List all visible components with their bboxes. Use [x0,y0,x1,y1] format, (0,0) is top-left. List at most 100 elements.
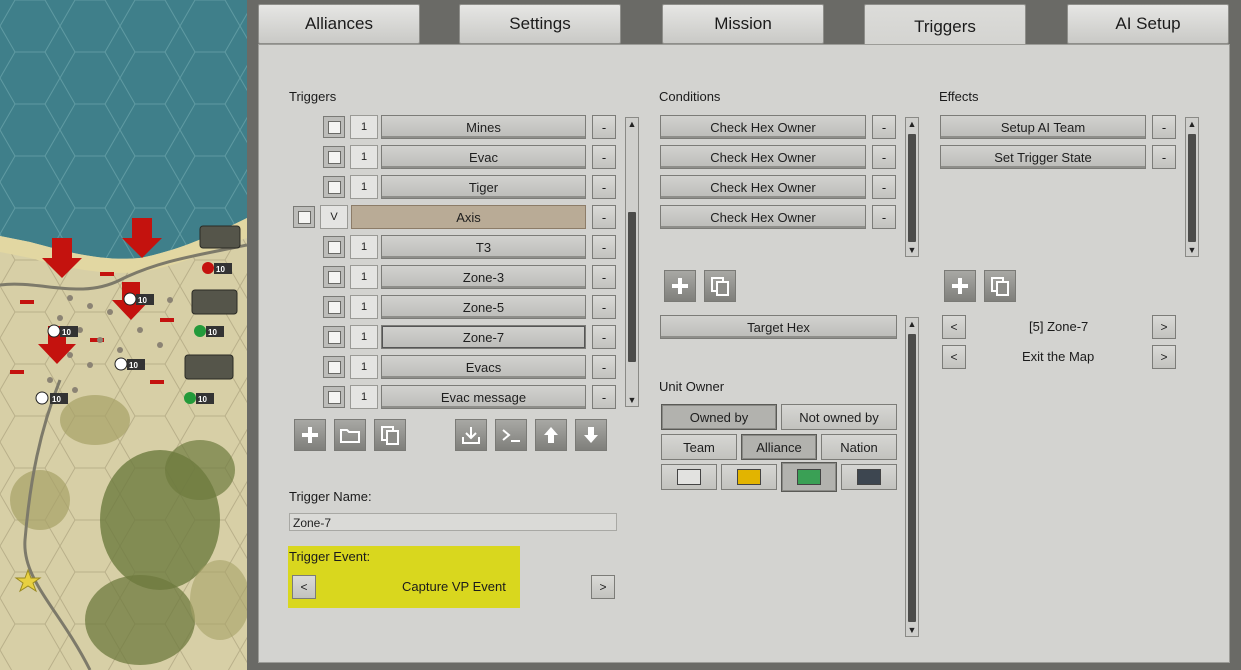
trigger-name-input[interactable]: Zone-7 [289,513,617,531]
swatch-green-button[interactable] [781,462,837,492]
move-down-icon[interactable] [575,419,607,451]
trigger-count[interactable]: 1 [350,265,378,289]
remove-trigger-button[interactable]: - [592,205,616,229]
swatch-yellow-button[interactable] [721,464,777,490]
triggers-scrollbar[interactable]: ▲ ▼ [625,117,639,407]
remove-trigger-button[interactable]: - [592,295,616,319]
trigger-checkbox[interactable] [323,296,345,318]
alliance-toggle[interactable]: Alliance [741,434,817,460]
trigger-count[interactable]: 1 [350,355,378,379]
trigger-count[interactable]: 1 [350,145,378,169]
trigger-item-evac[interactable]: Evac [381,145,586,169]
scroll-down-icon[interactable]: ▼ [626,394,638,406]
add-icon[interactable] [294,419,326,451]
effect-param1-next[interactable]: > [1152,315,1176,339]
target-hex-button[interactable]: Target Hex [660,315,897,339]
remove-condition-button[interactable]: - [872,175,896,199]
scroll-track[interactable] [908,334,916,622]
trigger-count[interactable]: 1 [350,295,378,319]
scroll-down-icon[interactable]: ▼ [1186,244,1198,256]
swatch-white-button[interactable] [661,464,717,490]
event-next-button[interactable]: > [591,575,615,599]
add-effect-icon[interactable] [944,270,976,302]
remove-trigger-button[interactable]: - [592,175,616,199]
trigger-count[interactable]: 1 [350,325,378,349]
trigger-item-mines[interactable]: Mines [381,115,586,139]
trigger-item-t3[interactable]: T3 [381,235,586,259]
trigger-checkbox[interactable] [323,146,345,168]
trigger-item-zone-3[interactable]: Zone-3 [381,265,586,289]
console-icon[interactable] [495,419,527,451]
event-prev-button[interactable]: < [292,575,316,599]
remove-trigger-button[interactable]: - [592,265,616,289]
move-up-icon[interactable] [535,419,567,451]
scroll-down-icon[interactable]: ▼ [906,624,918,636]
copy-icon[interactable] [374,419,406,451]
trigger-checkbox[interactable] [323,176,345,198]
remove-effect-button[interactable]: - [1152,145,1176,169]
remove-condition-button[interactable]: - [872,205,896,229]
condition-item[interactable]: Check Hex Owner [660,145,866,169]
not-owned-by-toggle[interactable]: Not owned by [781,404,897,430]
copy-effect-icon[interactable] [984,270,1016,302]
remove-condition-button[interactable]: - [872,115,896,139]
tab-alliances[interactable]: Alliances [258,4,420,44]
trigger-checkbox[interactable] [323,116,345,138]
condition-item[interactable]: Check Hex Owner [660,175,866,199]
effect-param1-prev[interactable]: < [942,315,966,339]
tab-triggers[interactable]: Triggers [864,4,1026,48]
condition-params-scrollbar[interactable]: ▲ ▼ [905,317,919,637]
effects-scrollbar[interactable]: ▲ ▼ [1185,117,1199,257]
add-condition-icon[interactable] [664,270,696,302]
scroll-up-icon[interactable]: ▲ [626,118,638,130]
nation-toggle[interactable]: Nation [821,434,897,460]
trigger-item-zone-5[interactable]: Zone-5 [381,295,586,319]
team-toggle[interactable]: Team [661,434,737,460]
remove-trigger-button[interactable]: - [592,145,616,169]
remove-condition-button[interactable]: - [872,145,896,169]
effect-param2-next[interactable]: > [1152,345,1176,369]
scroll-thumb[interactable] [628,212,636,362]
scroll-up-icon[interactable]: ▲ [906,118,918,130]
conditions-scrollbar[interactable]: ▲ ▼ [905,117,919,257]
trigger-checkbox[interactable] [323,266,345,288]
game-map[interactable]: 10 10 10 10 10 10 10 [0,0,247,670]
trigger-count[interactable]: 1 [350,385,378,409]
tab-ai-setup[interactable]: AI Setup [1067,4,1229,44]
swatch-slate-button[interactable] [841,464,897,490]
folder-icon[interactable] [334,419,366,451]
tab-settings[interactable]: Settings [459,4,621,44]
trigger-item-evacs[interactable]: Evacs [381,355,586,379]
owned-by-toggle[interactable]: Owned by [661,404,777,430]
import-icon[interactable] [455,419,487,451]
trigger-checkbox[interactable] [323,356,345,378]
scroll-down-icon[interactable]: ▼ [906,244,918,256]
effect-param2-prev[interactable]: < [942,345,966,369]
trigger-item-tiger[interactable]: Tiger [381,175,586,199]
remove-trigger-button[interactable]: - [592,235,616,259]
effect-item[interactable]: Set Trigger State [940,145,1146,169]
group-expand-toggle[interactable]: V [320,205,348,229]
trigger-checkbox[interactable] [323,386,345,408]
trigger-checkbox[interactable] [323,326,345,348]
remove-trigger-button[interactable]: - [592,115,616,139]
condition-item[interactable]: Check Hex Owner [660,115,866,139]
scroll-up-icon[interactable]: ▲ [1186,118,1198,130]
trigger-count[interactable]: 1 [350,175,378,199]
scroll-track[interactable] [908,134,916,242]
remove-trigger-button[interactable]: - [592,325,616,349]
trigger-item-evac-message[interactable]: Evac message [381,385,586,409]
trigger-group-axis[interactable]: Axis [351,205,586,229]
tab-mission[interactable]: Mission [662,4,824,44]
trigger-count[interactable]: 1 [350,235,378,259]
trigger-item-zone-7[interactable]: Zone-7 [381,325,586,349]
remove-effect-button[interactable]: - [1152,115,1176,139]
scroll-up-icon[interactable]: ▲ [906,318,918,330]
effect-item[interactable]: Setup AI Team [940,115,1146,139]
copy-condition-icon[interactable] [704,270,736,302]
group-checkbox[interactable] [293,206,315,228]
condition-item[interactable]: Check Hex Owner [660,205,866,229]
scroll-track[interactable] [1188,134,1196,242]
trigger-checkbox[interactable] [323,236,345,258]
trigger-count[interactable]: 1 [350,115,378,139]
